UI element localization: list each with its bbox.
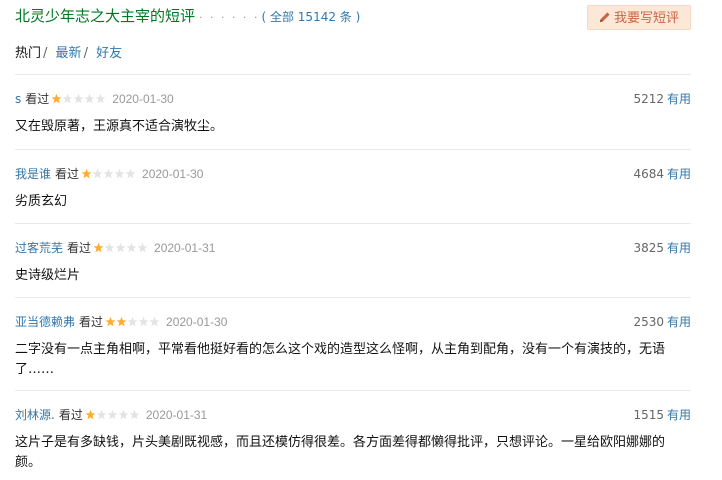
- comment-meta: s 看过 2020-01-30: [15, 92, 174, 106]
- star-empty-icon: [95, 93, 106, 104]
- comment-meta: 亚当德赖弗 看过 2020-01-30: [15, 315, 227, 329]
- star-empty-icon: [118, 409, 129, 420]
- comments-section: 北灵少年志之大主宰的短评 · · · · · ·( 全部 15142 条 ) 我要…: [15, 0, 691, 470]
- vote-count: 2530: [633, 315, 664, 329]
- write-comment-button[interactable]: 我要写短评: [587, 5, 691, 30]
- star-filled-icon: [116, 316, 127, 327]
- star-empty-icon: [107, 409, 118, 420]
- vote-area: 4684 有用: [633, 167, 691, 181]
- write-comment-label: 我要写短评: [613, 11, 679, 26]
- comment-text: 史诗级烂片: [15, 268, 81, 283]
- all-comments-link[interactable]: 全部 15142 条: [270, 10, 352, 24]
- star-empty-icon: [114, 168, 125, 179]
- rating-stars: [85, 409, 140, 420]
- comment-item: 刘林源. 看过 2020-01-31 1515 有用 这片子是有多缺钱，片头美剧既视感…: [15, 390, 691, 480]
- comment-user-link[interactable]: 亚当德赖弗: [15, 315, 75, 329]
- comment-user-link[interactable]: 过客荒芜: [15, 241, 63, 255]
- tab-separator: /: [43, 46, 48, 61]
- section-title-row: 北灵少年志之大主宰的短评 · · · · · ·( 全部 15142 条 ): [15, 5, 360, 26]
- star-empty-icon: [92, 168, 103, 179]
- pencil-icon: [599, 12, 610, 22]
- star-filled-icon: [105, 316, 116, 327]
- comment-meta: 过客荒芜 看过 2020-01-31: [15, 241, 215, 255]
- watch-status: 看过: [55, 167, 80, 181]
- star-empty-icon: [126, 242, 137, 253]
- comment-text: 劣质玄幻: [15, 194, 68, 209]
- tab-hot[interactable]: 热门: [15, 46, 41, 61]
- useful-vote-button[interactable]: 有用: [667, 315, 691, 329]
- vote-area: 1515 有用: [633, 408, 691, 422]
- section-title: 北灵少年志之大主宰的短评: [15, 7, 196, 25]
- watch-status: 看过: [67, 241, 92, 255]
- comment-date: 2020-01-31: [154, 241, 216, 255]
- star-empty-icon: [104, 242, 115, 253]
- watch-status: 看过: [58, 408, 83, 422]
- comment-user-link[interactable]: 我是谁: [15, 167, 51, 181]
- useful-vote-button[interactable]: 有用: [667, 408, 691, 422]
- vote-count: 1515: [633, 408, 664, 422]
- comment-user-link[interactable]: s: [15, 92, 21, 106]
- star-empty-icon: [137, 242, 148, 253]
- tab-latest[interactable]: 最新: [56, 46, 82, 61]
- watch-status: 看过: [25, 92, 50, 106]
- useful-vote-button[interactable]: 有用: [667, 167, 691, 181]
- tab-separator: /: [83, 46, 88, 61]
- comment-meta: 我是谁 看过 2020-01-30: [15, 167, 203, 181]
- vote-count: 3825: [633, 241, 664, 255]
- star-filled-icon: [81, 168, 92, 179]
- star-filled-icon: [93, 242, 104, 253]
- star-empty-icon: [149, 316, 160, 327]
- tab-friends[interactable]: 好友: [96, 46, 122, 61]
- star-empty-icon: [103, 168, 114, 179]
- star-empty-icon: [84, 93, 95, 104]
- star-filled-icon: [51, 93, 62, 104]
- star-empty-icon: [96, 409, 107, 420]
- comment-date: 2020-01-30: [142, 167, 204, 181]
- star-filled-icon: [85, 409, 96, 420]
- useful-vote-button[interactable]: 有用: [667, 92, 691, 106]
- comment-text: 二字没有一点主角相啊，平常看他挺好看的怎么这个戏的造型这么怪啊，从主角到配角，没…: [15, 342, 666, 377]
- comment-list: s 看过 2020-01-30 5212 有用 又在毁原著，王源真不适合演牧尘。 我是…: [15, 74, 691, 480]
- comment-item: s 看过 2020-01-30 5212 有用 又在毁原著，王源真不适合演牧尘。: [15, 74, 691, 149]
- sort-tabs: 热门 / 最新 / 好友: [15, 42, 122, 61]
- total-prefix: (: [261, 10, 270, 24]
- title-dots: · · · · · ·: [199, 11, 260, 24]
- comment-text: 这片子是有多缺钱，片头美剧既视感，而且还模仿得很差。各方面差得都懒得批评，只想评…: [15, 435, 666, 470]
- vote-count: 4684: [633, 167, 664, 181]
- star-empty-icon: [125, 168, 136, 179]
- rating-stars: [105, 316, 160, 327]
- rating-stars: [51, 93, 106, 104]
- star-empty-icon: [73, 93, 84, 104]
- star-empty-icon: [127, 316, 138, 327]
- comment-date: 2020-01-31: [145, 408, 208, 422]
- watch-status: 看过: [79, 315, 104, 329]
- section-header: 北灵少年志之大主宰的短评 · · · · · ·( 全部 15142 条 ) 我要…: [15, 0, 691, 36]
- comment-text: 又在毁原著，王源真不适合演牧尘。: [15, 119, 224, 134]
- comment-meta: 刘林源. 看过 2020-01-31: [15, 408, 207, 422]
- comment-item: 过客荒芜 看过 2020-01-31 3825 有用 史诗级烂片: [15, 223, 691, 297]
- comment-date: 2020-01-30: [112, 92, 174, 106]
- star-empty-icon: [138, 316, 149, 327]
- star-empty-icon: [129, 409, 140, 420]
- star-empty-icon: [115, 242, 126, 253]
- vote-area: 3825 有用: [633, 241, 691, 255]
- vote-count: 5212: [633, 92, 664, 106]
- rating-stars: [81, 168, 136, 179]
- total-count: ( 全部 15142 条 ): [261, 10, 360, 24]
- useful-vote-button[interactable]: 有用: [667, 241, 691, 255]
- rating-stars: [93, 242, 148, 253]
- comment-item: 亚当德赖弗 看过 2020-01-30 2530 有用 二字没有一点主角相啊，平常看他…: [15, 297, 691, 390]
- star-empty-icon: [62, 93, 73, 104]
- vote-area: 2530 有用: [633, 315, 691, 329]
- comment-date: 2020-01-30: [166, 315, 228, 329]
- vote-area: 5212 有用: [633, 92, 691, 106]
- comment-user-link[interactable]: 刘林源.: [15, 408, 55, 422]
- total-suffix: ): [351, 10, 361, 24]
- comment-item: 我是谁 看过 2020-01-30 4684 有用 劣质玄幻: [15, 149, 691, 223]
